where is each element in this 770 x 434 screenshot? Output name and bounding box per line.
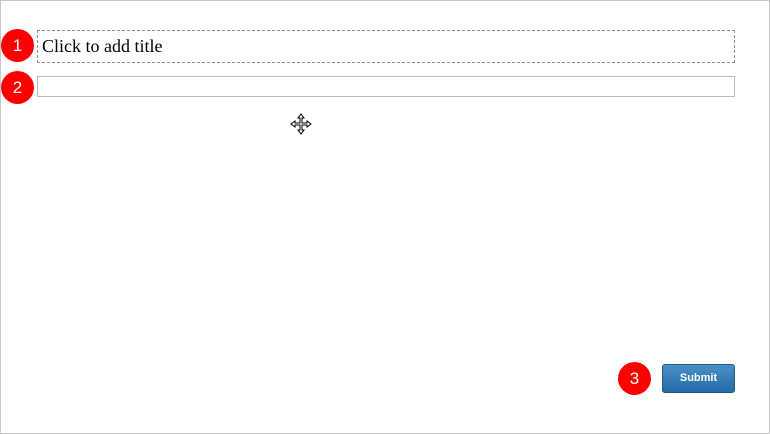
step-marker-1: 1 bbox=[1, 29, 34, 62]
move-cursor-icon bbox=[290, 113, 312, 135]
step-marker-2: 2 bbox=[1, 71, 34, 104]
title-placeholder-box[interactable]: Click to add title bbox=[37, 30, 735, 63]
step-marker-3: 3 bbox=[618, 362, 651, 395]
submit-button[interactable]: Submit bbox=[662, 364, 735, 393]
form-canvas: 1 Click to add title 2 3 Submit bbox=[0, 0, 770, 434]
title-placeholder-text: Click to add title bbox=[42, 36, 163, 56]
subtitle-input[interactable] bbox=[37, 76, 735, 97]
